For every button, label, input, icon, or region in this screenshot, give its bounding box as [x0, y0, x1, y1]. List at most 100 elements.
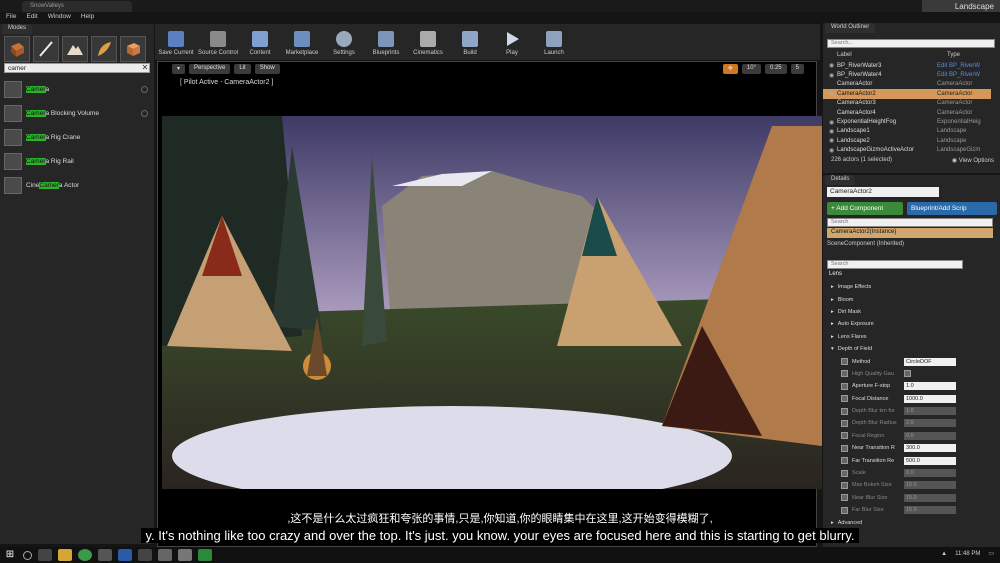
modes-search-input[interactable]: camer: [4, 63, 150, 73]
place-item-camera-rig-crane[interactable]: Camer a Rig Crane: [4, 127, 152, 147]
outliner-row[interactable]: CameraActor CameraActor: [823, 80, 991, 89]
outliner-row[interactable]: ◉ ExponentialHeightFog ExponentialHeig: [823, 117, 991, 126]
outliner-row[interactable]: ◉ BP_RiverWater4 Edit BP_RiverW: [823, 70, 991, 79]
transform-tool-icon[interactable]: ✥: [722, 64, 738, 74]
menu-window[interactable]: Window: [48, 13, 71, 22]
prop-focal-distance[interactable]: Focal Distance 1000.0: [827, 393, 997, 405]
task-view-icon[interactable]: [38, 549, 52, 561]
notifications-icon[interactable]: ▭: [988, 550, 994, 557]
override-checkbox[interactable]: [841, 432, 848, 440]
depth-blur-radius-input[interactable]: 2.0: [904, 419, 956, 428]
blueprint-add-script-button[interactable]: Blueprint/Add Scrip: [907, 202, 997, 215]
menu-help[interactable]: Help: [81, 13, 94, 22]
outliner-row-selected[interactable]: ◉ CameraActor2 CameraActor: [823, 89, 991, 99]
tab-details[interactable]: Details: [825, 175, 856, 185]
group-bloom[interactable]: ▸ Bloom: [827, 293, 997, 305]
group-depth-of-field[interactable]: ▾ Depth of Field: [827, 343, 997, 355]
menu-edit[interactable]: Edit: [26, 13, 37, 22]
actor-name-field[interactable]: CameraActor2: [827, 187, 939, 197]
foliage-mode-button[interactable]: [91, 36, 117, 62]
outliner-row[interactable]: ◉ LandscapeGizmoActiveActor LandscapeGizm: [823, 146, 991, 155]
place-item-camera[interactable]: Camer a: [4, 79, 152, 99]
override-checkbox[interactable]: [841, 395, 848, 403]
clock[interactable]: 11:48 PM: [955, 551, 980, 557]
scene-component-row[interactable]: SceneComponent (Inherited): [827, 241, 904, 247]
viewport-options-button[interactable]: ▾: [172, 64, 186, 74]
eye-icon[interactable]: ◉: [829, 137, 837, 144]
aperture-input[interactable]: 1.0: [904, 382, 956, 391]
place-item-camera-rig-rail[interactable]: Camer a Rig Rail: [4, 151, 152, 171]
prop-near-blur[interactable]: Near Blur Size 15.0: [827, 492, 997, 504]
prop-depth-blur-radius[interactable]: Depth Blur Radius 2.0: [827, 417, 997, 429]
override-checkbox[interactable]: [841, 494, 848, 502]
prop-max-bokeh[interactable]: Max Bokeh Size 15.0: [827, 479, 997, 491]
paint-mode-button[interactable]: [33, 36, 59, 62]
near-transition-input[interactable]: 300.0: [904, 444, 956, 453]
menu-file[interactable]: File: [6, 13, 16, 22]
scale-input[interactable]: 0.0: [904, 469, 956, 478]
view-options-button[interactable]: ◉ View Options: [952, 157, 994, 164]
prop-method[interactable]: Method CircleDOF: [827, 355, 997, 367]
eye-icon[interactable]: ◉: [829, 62, 837, 69]
group-lens-flares[interactable]: ▸ Lens Flares: [827, 331, 997, 343]
app-icon[interactable]: [198, 549, 212, 561]
override-checkbox[interactable]: [841, 358, 848, 366]
document-tab[interactable]: SnowValleys: [22, 1, 132, 12]
play-button[interactable]: Play: [491, 24, 533, 58]
info-icon[interactable]: [141, 109, 148, 117]
app-icon[interactable]: [138, 549, 152, 561]
override-checkbox[interactable]: [841, 370, 848, 378]
start-icon[interactable]: ⊞: [3, 549, 17, 561]
prop-depth-blur-km[interactable]: Depth Blur km for 1.0: [827, 405, 997, 417]
explorer-icon[interactable]: [58, 549, 72, 561]
outliner-row[interactable]: CameraActor4 CameraActor: [823, 108, 991, 117]
prop-focal-region[interactable]: Focal Region 0.0: [827, 430, 997, 442]
app-icon[interactable]: [158, 549, 172, 561]
focal-region-input[interactable]: 0.0: [904, 431, 956, 440]
geometry-mode-button[interactable]: [120, 36, 146, 62]
app-icon[interactable]: [98, 549, 112, 561]
eye-icon[interactable]: ◉: [829, 90, 837, 97]
prop-scale[interactable]: Scale 0.0: [827, 467, 997, 479]
far-transition-input[interactable]: 500.0: [904, 456, 956, 465]
outliner-search-input[interactable]: Search...: [827, 39, 995, 48]
override-checkbox[interactable]: [841, 419, 848, 427]
place-mode-button[interactable]: [4, 36, 30, 62]
info-icon[interactable]: [141, 85, 148, 93]
override-checkbox[interactable]: [841, 444, 848, 452]
outliner-row[interactable]: ◉ Landscape2 Landscape: [823, 136, 991, 145]
clear-search-icon[interactable]: ✕: [140, 63, 150, 73]
tab-modes[interactable]: Modes: [2, 24, 33, 34]
launch-button[interactable]: Launch: [533, 24, 575, 58]
override-checkbox[interactable]: [841, 382, 848, 390]
build-button[interactable]: Build: [449, 24, 491, 58]
override-checkbox[interactable]: [841, 481, 848, 489]
tab-world-outliner[interactable]: World Outliner: [825, 23, 876, 33]
save-current-button[interactable]: Save Current: [155, 24, 197, 58]
components-search-input[interactable]: Search: [827, 218, 993, 227]
eye-icon[interactable]: ◉: [829, 128, 837, 135]
network-icon[interactable]: ▲: [941, 551, 947, 557]
angle-snap-value[interactable]: 10°: [741, 64, 761, 74]
prop-aperture[interactable]: Aperture F-stop 1.0: [827, 380, 997, 392]
photoshop-icon[interactable]: [118, 549, 132, 561]
group-dirt-mask[interactable]: ▸ Dirt Mask: [827, 306, 997, 318]
prop-near-transition[interactable]: Near Transition R 300.0: [827, 442, 997, 454]
group-auto-exposure[interactable]: ▸ Auto Exposure: [827, 318, 997, 330]
show-button[interactable]: Show: [254, 64, 280, 74]
focal-distance-input[interactable]: 1000.0: [904, 394, 956, 403]
eye-icon[interactable]: ◉: [829, 119, 837, 126]
component-instance-row[interactable]: CameraActor2(Instance): [827, 228, 993, 238]
marketplace-button[interactable]: Marketplace: [281, 24, 323, 58]
perspective-button[interactable]: Perspective: [189, 64, 231, 74]
prop-high-quality[interactable]: High Quality Gau: [827, 368, 997, 380]
cinematics-button[interactable]: Cinematics: [407, 24, 449, 58]
section-lens[interactable]: Lens: [829, 271, 842, 277]
override-checkbox[interactable]: [841, 469, 848, 477]
prop-far-transition[interactable]: Far Transition Re 500.0: [827, 454, 997, 466]
place-item-cine-camera-actor[interactable]: Cine Camer a Actor: [4, 175, 152, 195]
camera-speed-value[interactable]: 5: [790, 64, 804, 74]
unreal-icon[interactable]: [178, 549, 192, 561]
group-image-effects[interactable]: ▸ Image Effects: [827, 281, 997, 293]
eye-icon[interactable]: ◉: [829, 72, 837, 79]
